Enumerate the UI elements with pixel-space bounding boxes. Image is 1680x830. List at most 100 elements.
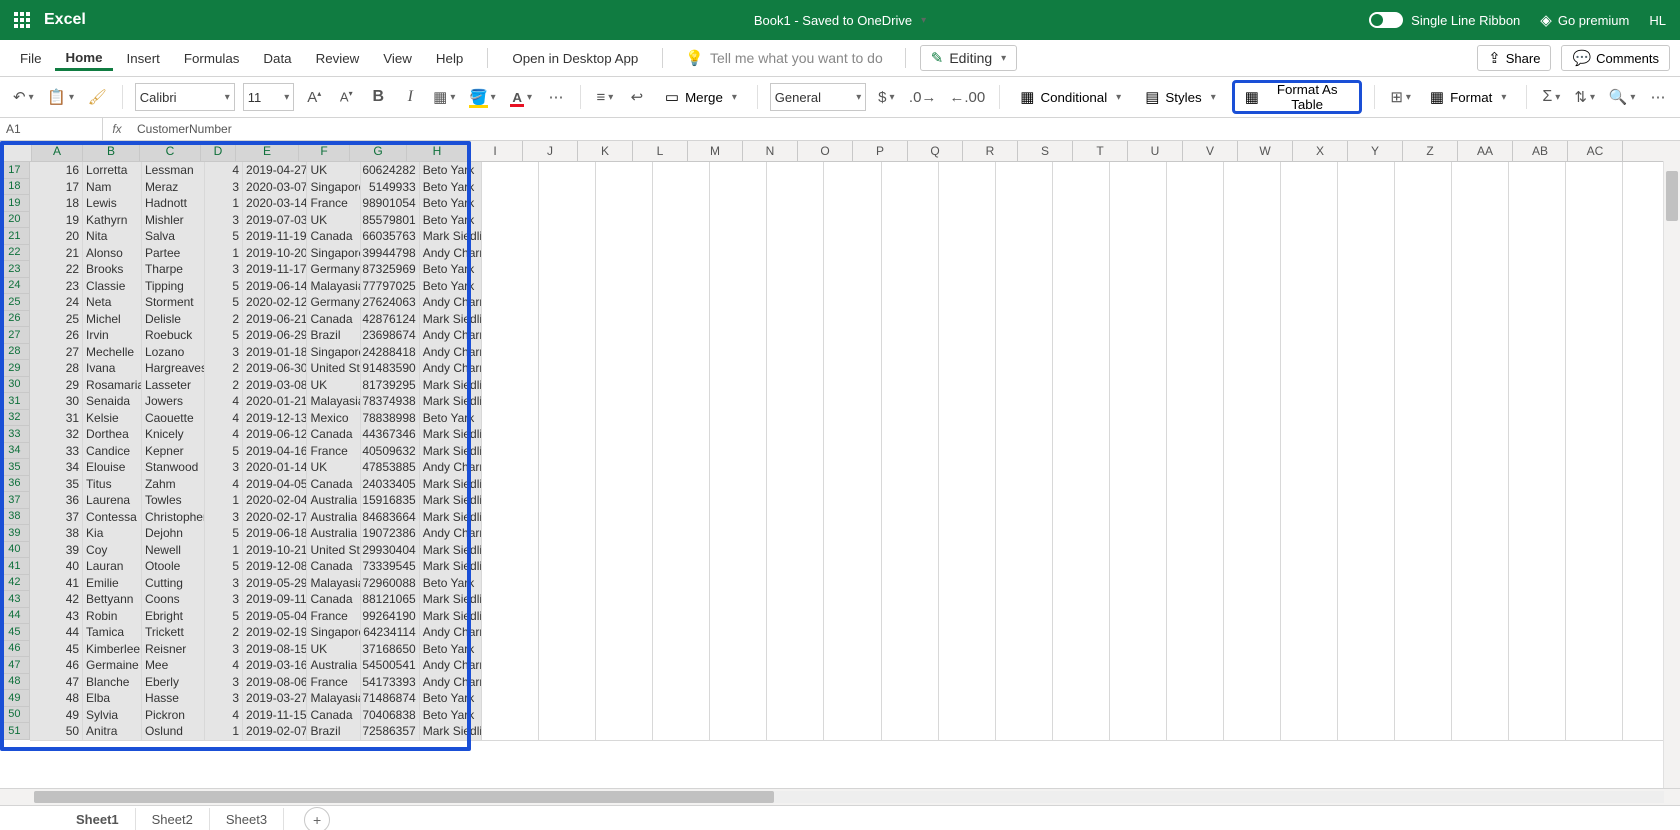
- cell[interactable]: Tharpe: [142, 261, 205, 279]
- cell[interactable]: [1395, 476, 1452, 494]
- cell[interactable]: [482, 162, 539, 180]
- cell[interactable]: Cutting: [142, 575, 205, 593]
- column-header[interactable]: Q: [908, 141, 963, 161]
- cell[interactable]: [1110, 525, 1167, 543]
- cell[interactable]: [996, 641, 1053, 659]
- fx-icon[interactable]: fx: [103, 122, 131, 136]
- cell[interactable]: [1452, 575, 1509, 593]
- cell[interactable]: 5: [205, 278, 244, 296]
- cell[interactable]: [1224, 509, 1281, 527]
- cell[interactable]: [1452, 707, 1509, 725]
- cell[interactable]: [996, 179, 1053, 197]
- cell[interactable]: [710, 674, 767, 692]
- cell[interactable]: [939, 542, 996, 560]
- cell[interactable]: [1338, 542, 1395, 560]
- cell[interactable]: [882, 294, 939, 312]
- cell[interactable]: [539, 509, 596, 527]
- cell[interactable]: [939, 525, 996, 543]
- cell[interactable]: Mark Siedling: [420, 591, 483, 609]
- cell[interactable]: [767, 410, 824, 428]
- cell[interactable]: 2020-01-21: [243, 393, 307, 411]
- cell[interactable]: [482, 377, 539, 395]
- cell[interactable]: [539, 558, 596, 576]
- cell[interactable]: [996, 492, 1053, 510]
- cell[interactable]: [1338, 459, 1395, 477]
- cell[interactable]: [1509, 591, 1566, 609]
- cell[interactable]: [596, 674, 653, 692]
- cell[interactable]: 24: [30, 294, 83, 312]
- cell[interactable]: [882, 410, 939, 428]
- cell[interactable]: 39944798: [361, 245, 420, 263]
- cell[interactable]: [1224, 624, 1281, 642]
- cell[interactable]: [1395, 294, 1452, 312]
- cell[interactable]: 3: [205, 509, 244, 527]
- cell[interactable]: [767, 245, 824, 263]
- cell[interactable]: [882, 674, 939, 692]
- cell[interactable]: Irvin: [83, 327, 142, 345]
- cell[interactable]: [1167, 674, 1224, 692]
- cell[interactable]: 49: [30, 707, 83, 725]
- cell[interactable]: 2019-09-11: [243, 591, 307, 609]
- cell[interactable]: 46: [30, 657, 83, 675]
- cell[interactable]: [653, 228, 710, 246]
- cell[interactable]: [1338, 707, 1395, 725]
- cell[interactable]: 27624063: [361, 294, 420, 312]
- cell[interactable]: [1338, 294, 1395, 312]
- document-title[interactable]: Book1 - Saved to OneDrive ▾: [754, 13, 926, 28]
- cell[interactable]: [596, 294, 653, 312]
- cell[interactable]: 2019-08-15: [243, 641, 307, 659]
- cell[interactable]: [1338, 228, 1395, 246]
- cell[interactable]: [1452, 608, 1509, 626]
- cell[interactable]: [1566, 261, 1623, 279]
- cell[interactable]: [653, 344, 710, 362]
- cell[interactable]: [1395, 344, 1452, 362]
- cell[interactable]: Andy Charman: [420, 525, 483, 543]
- cell[interactable]: [1110, 674, 1167, 692]
- cell[interactable]: 5: [205, 228, 244, 246]
- cell[interactable]: [996, 459, 1053, 477]
- cell[interactable]: [882, 575, 939, 593]
- number-format-select[interactable]: General▾: [770, 83, 866, 111]
- cell[interactable]: 3: [205, 179, 244, 197]
- cell[interactable]: [1338, 426, 1395, 444]
- cell[interactable]: [767, 212, 824, 230]
- cell[interactable]: Blanche: [83, 674, 142, 692]
- cell[interactable]: [996, 707, 1053, 725]
- cell[interactable]: Andy Charman: [420, 327, 483, 345]
- cell[interactable]: 2: [205, 311, 244, 329]
- cell[interactable]: [767, 459, 824, 477]
- cell[interactable]: 2: [205, 377, 244, 395]
- cell[interactable]: [1338, 443, 1395, 461]
- cell[interactable]: 2019-10-20: [243, 245, 307, 263]
- cell[interactable]: [824, 410, 881, 428]
- column-header[interactable]: C: [140, 141, 201, 161]
- cell[interactable]: Meraz: [142, 179, 205, 197]
- cell[interactable]: [653, 212, 710, 230]
- row-header[interactable]: 36: [0, 476, 30, 493]
- cell[interactable]: [1566, 162, 1623, 180]
- cell[interactable]: [482, 393, 539, 411]
- cell[interactable]: [1224, 558, 1281, 576]
- cell[interactable]: [710, 624, 767, 642]
- cell[interactable]: [1338, 327, 1395, 345]
- cell[interactable]: [1167, 261, 1224, 279]
- cell[interactable]: [653, 608, 710, 626]
- cell[interactable]: [1338, 674, 1395, 692]
- cell[interactable]: [1281, 723, 1338, 741]
- cell[interactable]: [1053, 476, 1110, 494]
- cell[interactable]: Bettyann: [83, 591, 142, 609]
- cell[interactable]: [1110, 575, 1167, 593]
- cell[interactable]: 2019-05-04: [243, 608, 307, 626]
- cell[interactable]: 34: [30, 459, 83, 477]
- cell[interactable]: [539, 723, 596, 741]
- cell[interactable]: 2019-02-07: [243, 723, 307, 741]
- cell[interactable]: [1110, 393, 1167, 411]
- cell[interactable]: 25: [30, 311, 83, 329]
- cell-styles-button[interactable]: ▤Styles▾: [1137, 84, 1224, 110]
- cell[interactable]: 20: [30, 228, 83, 246]
- cell[interactable]: Andy Charman: [420, 245, 483, 263]
- column-header[interactable]: Y: [1348, 141, 1403, 161]
- cell[interactable]: [996, 410, 1053, 428]
- cell[interactable]: [882, 624, 939, 642]
- cell[interactable]: 38: [30, 525, 83, 543]
